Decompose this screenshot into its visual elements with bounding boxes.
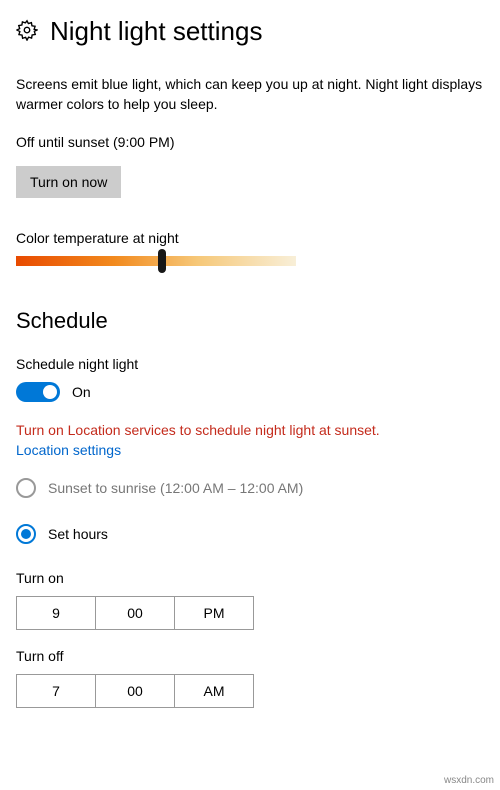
gear-icon <box>16 19 38 44</box>
page-title: Night light settings <box>50 16 262 47</box>
turn-off-label: Turn off <box>16 648 484 664</box>
description-text: Screens emit blue light, which can keep … <box>16 75 484 114</box>
turn-on-label: Turn on <box>16 570 484 586</box>
watermark: wsxdn.com <box>444 775 494 786</box>
radio-set-hours[interactable] <box>16 524 36 544</box>
schedule-toggle-label: Schedule night light <box>16 356 484 372</box>
color-temp-slider[interactable] <box>16 256 296 266</box>
turn-on-now-button[interactable]: Turn on now <box>16 166 121 198</box>
turn-off-minute[interactable]: 00 <box>95 674 175 708</box>
turn-off-time-picker: 7 00 AM <box>16 674 484 708</box>
status-text: Off until sunset (9:00 PM) <box>16 134 484 150</box>
toggle-state-text: On <box>72 384 91 400</box>
turn-off-ampm[interactable]: AM <box>174 674 254 708</box>
turn-on-minute[interactable]: 00 <box>95 596 175 630</box>
toggle-knob <box>43 385 57 399</box>
slider-thumb[interactable] <box>158 249 166 273</box>
page-header: Night light settings <box>16 16 484 47</box>
radio-set-hours-label: Set hours <box>48 526 108 542</box>
location-settings-link[interactable]: Location settings <box>16 442 121 458</box>
turn-on-hour[interactable]: 9 <box>16 596 96 630</box>
schedule-heading: Schedule <box>16 308 484 334</box>
color-temp-label: Color temperature at night <box>16 230 484 246</box>
radio-sunset-to-sunrise <box>16 478 36 498</box>
schedule-toggle[interactable] <box>16 382 60 402</box>
turn-on-ampm[interactable]: PM <box>174 596 254 630</box>
radio-sunset-label: Sunset to sunrise (12:00 AM – 12:00 AM) <box>48 480 303 496</box>
turn-off-hour[interactable]: 7 <box>16 674 96 708</box>
location-warning: Turn on Location services to schedule ni… <box>16 422 484 438</box>
turn-on-time-picker: 9 00 PM <box>16 596 484 630</box>
